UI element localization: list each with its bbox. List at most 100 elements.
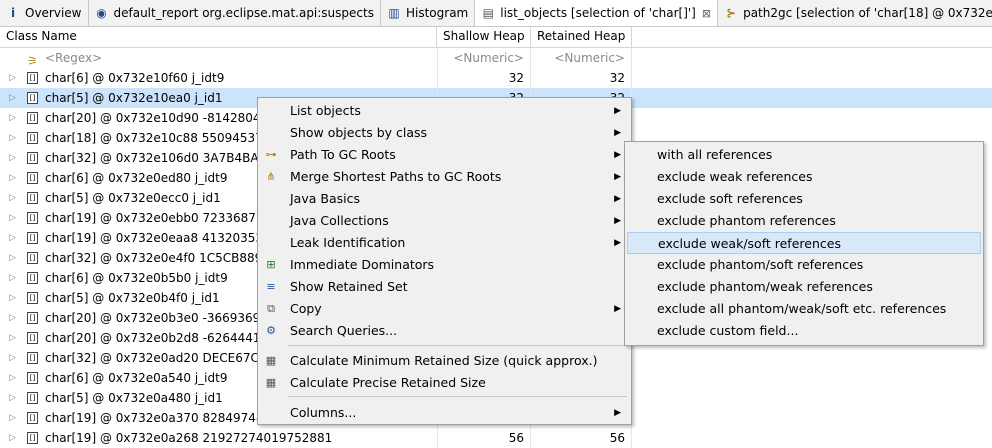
expand-arrow-icon[interactable]: ▷ (9, 368, 16, 388)
object-label: char[32] @ 0x732e106d0 3A7B4BA9 (45, 151, 267, 165)
table-row[interactable]: ▷ [] char[6] @ 0x732e10f60 j_idt9 32 32 (0, 68, 992, 88)
expand-arrow-icon[interactable]: ▷ (9, 128, 16, 148)
menu-item-label: Path To GC Roots (290, 147, 396, 162)
submenu-item-label: exclude all phantom/weak/soft etc. refer… (657, 301, 947, 316)
menu-item-java-basics[interactable]: Java Basics ▶ (260, 188, 629, 210)
submenu-item-label: exclude phantom/soft references (657, 257, 864, 272)
tab-label: path2gc [selection of 'char[18] @ 0x732e… (743, 6, 992, 20)
merge-paths-icon: ⋔ (266, 170, 276, 183)
submenu-arrow-icon: ▶ (614, 150, 621, 160)
expand-arrow-icon[interactable]: ▷ (9, 208, 16, 228)
menu-item-label: Java Basics (290, 191, 360, 206)
tab-path2gc[interactable]: ⊱ path2gc [selection of 'char[18] @ 0x73… (718, 0, 992, 26)
menu-item-leak-identification[interactable]: Leak Identification ▶ (260, 232, 629, 254)
object-label: char[6] @ 0x732e10f60 j_idt9 (45, 71, 225, 85)
retained-filter-input[interactable]: <Numeric> (531, 48, 632, 68)
tab-histogram[interactable]: ▥ Histogram (381, 0, 476, 26)
expand-arrow-icon[interactable]: ▷ (9, 168, 16, 188)
path-to-gc-roots-submenu: with all references exclude weak referenc… (624, 141, 984, 346)
array-object-icon: [] (27, 72, 38, 84)
object-label: char[19] @ 0x732e0eaa8 41320353 (45, 231, 264, 245)
object-label: char[5] @ 0x732e0ecc0 j_id1 (45, 191, 221, 205)
expand-arrow-icon[interactable]: ▷ (9, 408, 16, 428)
expand-arrow-icon[interactable]: ▷ (9, 248, 16, 268)
expand-arrow-icon[interactable]: ▷ (9, 288, 16, 308)
histogram-icon: ▥ (388, 6, 400, 20)
expand-arrow-icon[interactable]: ▷ (9, 428, 16, 448)
list-objects-icon: ▤ (482, 6, 494, 20)
expand-arrow-icon[interactable]: ▷ (9, 88, 16, 108)
column-header-class-name[interactable]: Class Name (0, 27, 437, 47)
tab-overview[interactable]: i Overview (0, 0, 89, 26)
menu-item-label: Merge Shortest Paths to GC Roots (290, 169, 502, 184)
menu-item-java-collections[interactable]: Java Collections ▶ (260, 210, 629, 232)
expand-arrow-icon[interactable]: ▷ (9, 268, 16, 288)
menu-item-label: Leak Identification (290, 235, 406, 250)
menu-item-list-objects[interactable]: List objects ▶ (260, 100, 629, 122)
shallow-heap-value: 56 (437, 428, 531, 448)
menu-item-label: List objects (290, 103, 361, 118)
array-object-icon: [] (27, 212, 38, 224)
table-row[interactable]: ▷ [] char[19] @ 0x732e0a268 21927274019752… (0, 428, 992, 448)
expand-arrow-icon[interactable]: ▷ (9, 228, 16, 248)
regex-filter-input[interactable]: <Regex> (45, 48, 102, 68)
submenu-item-exclude-phantom-weak-references[interactable]: exclude phantom/weak references (627, 276, 981, 298)
column-header-retained-heap[interactable]: Retained Heap (531, 27, 632, 47)
expand-arrow-icon[interactable]: ▷ (9, 68, 16, 88)
object-label: char[20] @ 0x732e10d90 -81428047 (45, 111, 269, 125)
submenu-item-with-all-references[interactable]: with all references (627, 144, 981, 166)
array-object-icon: [] (27, 232, 38, 244)
expand-arrow-icon[interactable]: ▷ (9, 388, 16, 408)
submenu-item-exclude-weak-soft-references[interactable]: exclude weak/soft references (627, 232, 981, 254)
submenu-item-exclude-custom-field[interactable]: exclude custom field... (627, 320, 981, 342)
menu-item-columns[interactable]: Columns... ▶ (260, 402, 629, 424)
array-object-icon: [] (27, 192, 38, 204)
array-object-icon: [] (27, 152, 38, 164)
editor-tab-bar: i Overview ◉ default_report org.eclipse.… (0, 0, 992, 27)
submenu-arrow-icon: ▶ (614, 172, 621, 182)
menu-item-label: Show objects by class (290, 125, 428, 140)
tab-label: Histogram (405, 6, 469, 20)
menu-item-calculate-precise-retained-size[interactable]: ▦ Calculate Precise Retained Size (260, 372, 629, 394)
close-icon[interactable]: ⊠ (702, 7, 711, 20)
array-object-icon: [] (27, 432, 38, 444)
submenu-arrow-icon: ▶ (614, 106, 621, 116)
expand-arrow-icon[interactable]: ▷ (9, 328, 16, 348)
expand-arrow-icon[interactable]: ▷ (9, 108, 16, 128)
submenu-item-exclude-soft-references[interactable]: exclude soft references (627, 188, 981, 210)
menu-item-search-queries[interactable]: ⚙ Search Queries... (260, 320, 629, 342)
submenu-item-exclude-phantom-references[interactable]: exclude phantom references (627, 210, 981, 232)
object-label: char[5] @ 0x732e0a480 j_id1 (45, 391, 223, 405)
array-object-icon: [] (27, 112, 38, 124)
submenu-item-exclude-all-phantom-weak-soft-etc-references[interactable]: exclude all phantom/weak/soft etc. refer… (627, 298, 981, 320)
object-label: char[20] @ 0x732e0b3e0 -36693692 (45, 311, 268, 325)
expand-arrow-icon[interactable]: ▷ (9, 148, 16, 168)
search-queries-icon: ⚙ (266, 324, 276, 337)
shallow-filter-input[interactable]: <Numeric> (437, 48, 531, 68)
menu-item-label: Copy (290, 301, 322, 316)
expand-arrow-icon[interactable]: ▷ (9, 308, 16, 328)
menu-item-show-objects-by-class[interactable]: Show objects by class ▶ (260, 122, 629, 144)
menu-item-label: Show Retained Set (290, 279, 408, 294)
submenu-item-exclude-weak-references[interactable]: exclude weak references (627, 166, 981, 188)
menu-item-show-retained-set[interactable]: ≡ Show Retained Set (260, 276, 629, 298)
menu-separator (288, 396, 627, 397)
expand-arrow-icon[interactable]: ▷ (9, 348, 16, 368)
menu-item-path-to-gc-roots[interactable]: ⊶ Path To GC Roots ▶ (260, 144, 629, 166)
menu-item-label: Java Collections (290, 213, 389, 228)
array-object-icon: [] (27, 272, 38, 284)
submenu-item-label: exclude weak/soft references (658, 236, 841, 251)
column-header-shallow-heap[interactable]: Shallow Heap (437, 27, 531, 47)
menu-item-copy[interactable]: ⧉ Copy ▶ (260, 298, 629, 320)
array-object-icon: [] (27, 312, 38, 324)
object-label: char[6] @ 0x732e0ed80 j_idt9 (45, 171, 228, 185)
menu-item-immediate-dominators[interactable]: ⊞ Immediate Dominators (260, 254, 629, 276)
menu-item-calculate-minimum-retained-size-quick-approx[interactable]: ▦ Calculate Minimum Retained Size (quick … (260, 350, 629, 372)
tab-default-report[interactable]: ◉ default_report org.eclipse.mat.api:sus… (89, 0, 381, 26)
expand-arrow-icon[interactable]: ▷ (9, 188, 16, 208)
submenu-item-exclude-phantom-soft-references[interactable]: exclude phantom/soft references (627, 254, 981, 276)
submenu-arrow-icon: ▶ (614, 304, 621, 314)
tab-list-objects[interactable]: ▤ list_objects [selection of 'char[]'] ⊠ (475, 0, 719, 26)
menu-item-merge-shortest-paths-to-gc-roots[interactable]: ⋔ Merge Shortest Paths to GC Roots ▶ (260, 166, 629, 188)
retained-set-icon: ≡ (266, 280, 276, 293)
